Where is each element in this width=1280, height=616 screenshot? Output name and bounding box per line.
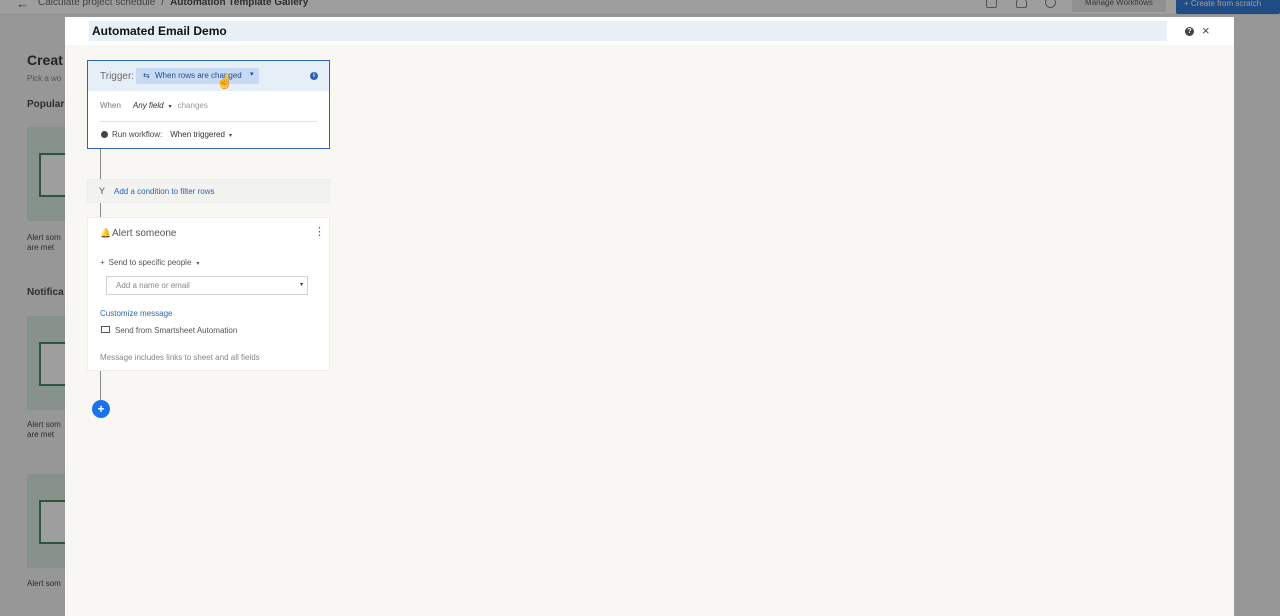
chevron-down-icon[interactable]: ▾ [229, 133, 232, 139]
trigger-when-row: When Any field ▾ changes [100, 101, 208, 110]
recipient-type-value: Send to specific people [108, 258, 192, 267]
more-options-icon[interactable]: ⋮ [314, 226, 325, 238]
workflow-editor-modal: Automated Email Demo ? × Trigger: ⇆ When… [65, 17, 1234, 616]
mail-icon [101, 326, 110, 333]
help-icon[interactable]: ? [1185, 27, 1194, 36]
title-field[interactable] [89, 21, 1167, 41]
connector-line [100, 371, 101, 400]
changes-label: changes [177, 101, 208, 110]
trigger-label: Trigger: [100, 71, 135, 82]
alert-action-block[interactable]: 🔔 Alert someone ⋮ + Send to specific peop… [87, 217, 330, 371]
rows-changed-icon: ⇆ [143, 71, 150, 80]
workflow-canvas: Trigger: ⇆ When rows are changed ▾ i ☝ W… [87, 60, 330, 440]
divider [100, 121, 317, 122]
field-dropdown[interactable]: Any field [133, 101, 164, 110]
trigger-block[interactable]: Trigger: ⇆ When rows are changed ▾ i ☝ W… [87, 60, 330, 149]
add-step-button[interactable]: + [92, 400, 110, 418]
connector-line [100, 149, 101, 179]
run-workflow-label: Run workflow: [112, 130, 163, 139]
run-workflow-row: Run workflow: When triggered ▾ [101, 130, 232, 139]
recipient-input[interactable] [106, 276, 308, 295]
modal-header: Automated Email Demo ? × [65, 17, 1234, 45]
recipient-type-dropdown[interactable]: + Send to specific people ▾ [100, 258, 199, 267]
chevron-down-icon: ▾ [196, 261, 200, 267]
chevron-down-icon[interactable]: ▾ [300, 281, 303, 288]
add-condition-link[interactable]: Add a condition to filter rows [114, 187, 215, 196]
message-note: Message includes links to sheet and all … [100, 353, 260, 362]
condition-block[interactable]: Y Add a condition to filter rows [87, 179, 330, 203]
hand-cursor-icon: ☝ [216, 73, 234, 89]
workflow-title[interactable]: Automated Email Demo [92, 24, 227, 38]
info-icon[interactable]: i [310, 72, 318, 80]
run-frequency-dropdown[interactable]: When triggered [170, 130, 225, 139]
send-from-row: Send from Smartsheet Automation [101, 326, 237, 335]
trigger-type-dropdown[interactable]: ⇆ When rows are changed ▾ [136, 68, 259, 84]
close-icon[interactable]: × [1202, 23, 1210, 39]
bell-icon: 🔔 [100, 228, 112, 238]
send-from-label: Send from Smartsheet Automation [115, 326, 238, 335]
action-title: Alert someone [112, 228, 177, 239]
customize-message-link[interactable]: Customize message [100, 309, 172, 318]
trigger-header: Trigger: ⇆ When rows are changed ▾ i ☝ [88, 61, 329, 91]
filter-icon: Y [99, 186, 106, 196]
add-person-icon: + [100, 258, 105, 267]
chevron-down-icon: ▾ [250, 71, 254, 78]
chevron-down-icon[interactable]: ▾ [169, 104, 172, 110]
clock-icon [101, 131, 108, 138]
when-label: When [100, 101, 121, 110]
connector-line [100, 203, 101, 217]
